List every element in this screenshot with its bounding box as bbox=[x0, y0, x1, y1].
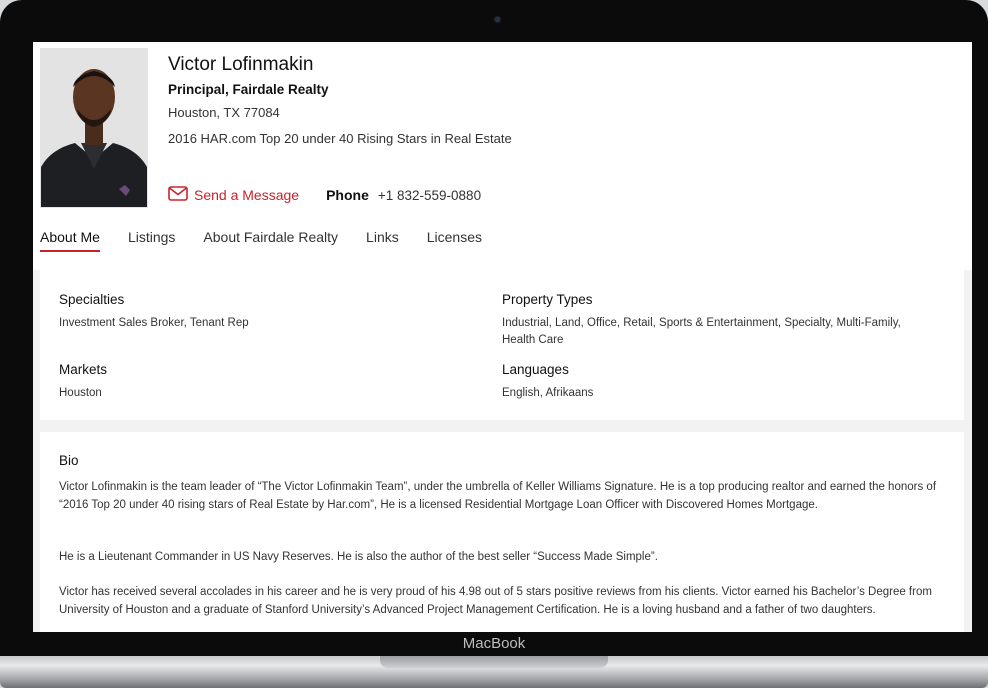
bio-paragraph-2: He is a Lieutenant Commander in US Navy … bbox=[59, 551, 658, 563]
bio-card: Bio Victor Lofinmakin is the team leader… bbox=[40, 432, 964, 632]
send-message-label: Send a Message bbox=[194, 187, 300, 203]
bio-paragraph-3: Victor has received several accolades in… bbox=[59, 586, 932, 616]
profile-header: Victor Lofinmakin Principal, Fairdale Re… bbox=[33, 42, 972, 270]
device-brand-label: MacBook bbox=[462, 635, 526, 652]
tab-listings[interactable]: Listings bbox=[128, 228, 175, 252]
tab-links[interactable]: Links bbox=[366, 228, 399, 252]
specialties-label: Specialties bbox=[59, 292, 125, 307]
property-types-value: Industrial, Land, Office, Retail, Sports… bbox=[502, 317, 901, 346]
camera-dot bbox=[495, 17, 500, 22]
tab-about-fairdale-realty[interactable]: About Fairdale Realty bbox=[203, 228, 338, 252]
laptop-notch bbox=[380, 656, 608, 668]
specialties-value: Investment Sales Broker, Tenant Rep bbox=[59, 317, 249, 329]
languages-label: Languages bbox=[502, 362, 569, 377]
phone-number[interactable]: +1 832-559-0880 bbox=[378, 188, 481, 203]
tab-about-me[interactable]: About Me bbox=[40, 228, 100, 252]
contact-row: Send a Message Phone +1 832-559-0880 bbox=[168, 186, 481, 204]
send-message-button[interactable]: Send a Message bbox=[168, 186, 299, 204]
agent-name: Victor Lofinmakin bbox=[168, 54, 314, 75]
browser-viewport: Victor Lofinmakin Principal, Fairdale Re… bbox=[33, 42, 972, 632]
details-card: Specialties Investment Sales Broker, Ten… bbox=[40, 270, 964, 420]
phone-label: Phone bbox=[326, 187, 369, 203]
agent-photo bbox=[40, 48, 148, 208]
bio-paragraph-1: Victor Lofinmakin is the team leader of … bbox=[59, 481, 937, 511]
agent-award: 2016 HAR.com Top 20 under 40 Rising Star… bbox=[168, 131, 512, 146]
agent-location: Houston, TX 77084 bbox=[168, 105, 280, 120]
markets-label: Markets bbox=[59, 362, 108, 377]
envelope-icon bbox=[168, 186, 194, 204]
agent-title: Principal, Fairdale Realty bbox=[168, 82, 329, 97]
property-types-label: Property Types bbox=[502, 292, 593, 307]
bio-title: Bio bbox=[59, 453, 79, 468]
tab-licenses[interactable]: Licenses bbox=[427, 228, 482, 252]
profile-tabs: About Me Listings About Fairdale Realty … bbox=[40, 228, 510, 252]
markets-value: Houston bbox=[59, 387, 102, 399]
languages-value: English, Afrikaans bbox=[502, 387, 594, 399]
